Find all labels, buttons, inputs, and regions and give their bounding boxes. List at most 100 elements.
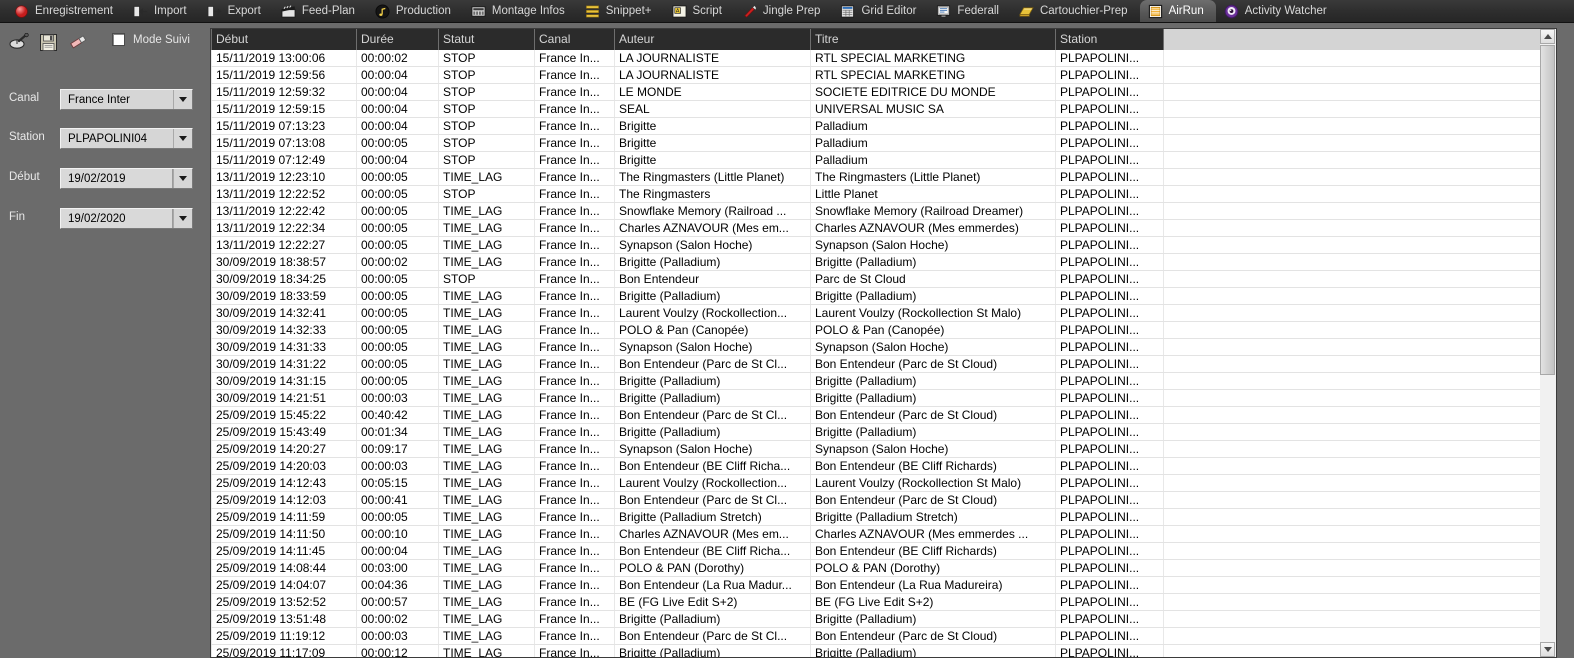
table-row[interactable]: 25/09/2019 15:45:22 00:40:42 TIME_LAG Franc… bbox=[211, 407, 1555, 424]
cell-d-but: 13/11/2019 12:22:52 bbox=[211, 186, 357, 202]
menu-item-grid-editor[interactable]: Grid Editor bbox=[832, 0, 928, 22]
menu-item-export[interactable]: Export bbox=[199, 0, 273, 22]
fin-date-picker[interactable]: 19/02/2020 bbox=[60, 208, 193, 229]
cell-titre: POLO & PAN (Dorothy) bbox=[811, 560, 1056, 576]
cell-statut: TIME_LAG bbox=[439, 543, 535, 559]
fin-date-value[interactable]: 19/02/2020 bbox=[61, 209, 173, 228]
chevron-down-icon[interactable] bbox=[173, 129, 192, 148]
table-row[interactable]: 30/09/2019 14:21:51 00:00:03 TIME_LAG Franc… bbox=[211, 390, 1555, 407]
table-row[interactable]: 25/09/2019 14:11:45 00:00:04 TIME_LAG Franc… bbox=[211, 543, 1555, 560]
chevron-down-icon[interactable] bbox=[173, 90, 192, 109]
table-row[interactable]: 30/09/2019 14:31:33 00:00:05 TIME_LAG Franc… bbox=[211, 339, 1555, 356]
table-row[interactable]: 30/09/2019 14:32:41 00:00:05 TIME_LAG Franc… bbox=[211, 305, 1555, 322]
cell-canal: France In... bbox=[535, 339, 615, 355]
table-row[interactable]: 15/11/2019 13:00:06 00:00:02 STOP France In… bbox=[211, 50, 1555, 67]
cell-auteur: Brigitte (Palladium) bbox=[615, 373, 811, 389]
table-row[interactable]: 15/11/2019 07:12:49 00:00:04 STOP France In… bbox=[211, 152, 1555, 169]
table-row[interactable]: 25/09/2019 14:12:03 00:00:41 TIME_LAG Franc… bbox=[211, 492, 1555, 509]
chevron-down-icon[interactable] bbox=[173, 169, 192, 188]
cell-titre: Palladium bbox=[811, 152, 1056, 168]
table-row[interactable]: 13/11/2019 12:22:52 00:00:05 STOP France In… bbox=[211, 186, 1555, 203]
menu-item-snippet[interactable]: Snippet+ bbox=[577, 0, 664, 22]
scrollbar-thumb[interactable] bbox=[1540, 45, 1555, 375]
cell-statut: STOP bbox=[439, 152, 535, 168]
table-row[interactable]: 30/09/2019 18:34:25 00:00:05 STOP France In… bbox=[211, 271, 1555, 288]
table-row[interactable]: 25/09/2019 14:11:59 00:00:05 TIME_LAG Franc… bbox=[211, 509, 1555, 526]
table-row[interactable]: 25/09/2019 14:12:43 00:05:15 TIME_LAG Franc… bbox=[211, 475, 1555, 492]
menu-item-import[interactable]: Import bbox=[125, 0, 199, 22]
cell-d-but: 30/09/2019 14:31:22 bbox=[211, 356, 357, 372]
eraser-icon[interactable] bbox=[68, 32, 89, 52]
cell-statut: TIME_LAG bbox=[439, 509, 535, 525]
menu-item-feed-plan[interactable]: Feed-Plan bbox=[273, 0, 367, 22]
table-row[interactable]: 15/11/2019 07:13:08 00:00:05 STOP France In… bbox=[211, 135, 1555, 152]
chevron-up-icon[interactable] bbox=[1540, 29, 1555, 44]
table-row[interactable]: 25/09/2019 14:20:03 00:00:03 TIME_LAG Franc… bbox=[211, 458, 1555, 475]
table-row[interactable]: 25/09/2019 11:19:12 00:00:03 TIME_LAG Franc… bbox=[211, 628, 1555, 645]
table-row[interactable]: 25/09/2019 14:08:44 00:03:00 TIME_LAG Franc… bbox=[211, 560, 1555, 577]
menu-item-script[interactable]: A Script bbox=[664, 0, 734, 22]
cell-titre: SOCIETE EDITRICE DU MONDE bbox=[811, 84, 1056, 100]
table-row[interactable]: 25/09/2019 11:17:09 00:00:12 TIME_LAG Franc… bbox=[211, 645, 1555, 657]
canal-combobox[interactable]: France Inter bbox=[60, 89, 193, 110]
cell-canal: France In... bbox=[535, 509, 615, 525]
cell-filler bbox=[1164, 322, 1555, 338]
menu-item-cartouchier-prep[interactable]: Cartouchier-Prep bbox=[1011, 0, 1140, 22]
table-row[interactable]: 15/11/2019 12:59:56 00:00:04 STOP France In… bbox=[211, 67, 1555, 84]
menu-item-jingle-prep[interactable]: Jingle Prep bbox=[734, 0, 833, 22]
menu-item-federall[interactable]: Federall bbox=[928, 0, 1011, 22]
table-row[interactable]: 25/09/2019 14:04:07 00:04:36 TIME_LAG Franc… bbox=[211, 577, 1555, 594]
table-row[interactable]: 15/11/2019 12:59:32 00:00:04 STOP France In… bbox=[211, 84, 1555, 101]
table-row[interactable]: 30/09/2019 14:32:33 00:00:05 TIME_LAG Franc… bbox=[211, 322, 1555, 339]
cell-station: PLPAPOLINI... bbox=[1056, 288, 1164, 304]
table-row[interactable]: 25/09/2019 14:11:50 00:00:10 TIME_LAG Franc… bbox=[211, 526, 1555, 543]
cell-canal: France In... bbox=[535, 594, 615, 610]
table-row[interactable]: 13/11/2019 12:22:27 00:00:05 TIME_LAG Franc… bbox=[211, 237, 1555, 254]
table-row[interactable]: 25/09/2019 13:51:48 00:00:02 TIME_LAG Franc… bbox=[211, 611, 1555, 628]
mixer-icon bbox=[471, 4, 486, 19]
chevron-down-icon[interactable] bbox=[1540, 642, 1555, 657]
menu-item-label: Activity Watcher bbox=[1244, 5, 1327, 17]
table-row[interactable]: 30/09/2019 18:38:57 00:00:02 TIME_LAG Franc… bbox=[211, 254, 1555, 271]
table-row[interactable]: 25/09/2019 15:43:49 00:01:34 TIME_LAG Franc… bbox=[211, 424, 1555, 441]
column-header-statut[interactable]: Statut bbox=[439, 29, 535, 50]
cell-station: PLPAPOLINI... bbox=[1056, 254, 1164, 270]
menu-item-enregistrement[interactable]: Enregistrement bbox=[6, 0, 125, 22]
table-row[interactable]: 30/09/2019 14:31:22 00:00:05 TIME_LAG Franc… bbox=[211, 356, 1555, 373]
cell-station: PLPAPOLINI... bbox=[1056, 611, 1164, 627]
table-row[interactable]: 13/11/2019 12:23:10 00:00:05 TIME_LAG Franc… bbox=[211, 169, 1555, 186]
menu-item-airrun[interactable]: AirRun bbox=[1139, 0, 1216, 22]
column-header-canal[interactable]: Canal bbox=[535, 29, 615, 50]
save-icon[interactable] bbox=[38, 32, 59, 52]
menu-item-production[interactable]: Production bbox=[367, 0, 463, 22]
cell-filler bbox=[1164, 339, 1555, 355]
table-row[interactable]: 30/09/2019 18:33:59 00:00:05 TIME_LAG Franc… bbox=[211, 288, 1555, 305]
table-row[interactable]: 25/09/2019 14:20:27 00:09:17 TIME_LAG Franc… bbox=[211, 441, 1555, 458]
column-header-station[interactable]: Station bbox=[1056, 29, 1164, 50]
cell-dur-e: 00:00:04 bbox=[357, 152, 439, 168]
menu-item-montage-infos[interactable]: Montage Infos bbox=[463, 0, 577, 22]
table-row[interactable]: 15/11/2019 07:13:23 00:00:04 STOP France In… bbox=[211, 118, 1555, 135]
station-combobox[interactable]: PLPAPOLINI04 bbox=[60, 128, 193, 149]
cell-station: PLPAPOLINI... bbox=[1056, 628, 1164, 644]
column-header-auteur[interactable]: Auteur bbox=[615, 29, 811, 50]
table-row[interactable]: 15/11/2019 12:59:15 00:00:04 STOP France In… bbox=[211, 101, 1555, 118]
table-row[interactable]: 13/11/2019 12:22:34 00:00:05 TIME_LAG Franc… bbox=[211, 220, 1555, 237]
menu-item-activity-watcher[interactable]: Activity Watcher bbox=[1216, 0, 1339, 22]
cell-filler bbox=[1164, 509, 1555, 525]
table-row[interactable]: 25/09/2019 13:52:52 00:00:57 TIME_LAG Franc… bbox=[211, 594, 1555, 611]
debut-date-value[interactable]: 19/02/2019 bbox=[61, 169, 173, 188]
menu-item-label: Jingle Prep bbox=[762, 5, 821, 17]
mode-suivi-checkbox[interactable]: Mode Suivi bbox=[112, 33, 190, 46]
mode-suivi-checkbox-box[interactable] bbox=[112, 33, 125, 46]
cell-filler bbox=[1164, 169, 1555, 185]
vertical-scrollbar[interactable] bbox=[1540, 28, 1557, 658]
pan-tool-icon[interactable] bbox=[8, 32, 29, 52]
chevron-down-icon[interactable] bbox=[173, 209, 192, 228]
column-header-d-but[interactable]: Début bbox=[211, 29, 357, 50]
table-row[interactable]: 30/09/2019 14:31:15 00:00:05 TIME_LAG Franc… bbox=[211, 373, 1555, 390]
table-row[interactable]: 13/11/2019 12:22:42 00:00:05 TIME_LAG Franc… bbox=[211, 203, 1555, 220]
column-header-titre[interactable]: Titre bbox=[811, 29, 1056, 50]
column-header-dur-e[interactable]: Durée bbox=[357, 29, 439, 50]
debut-date-picker[interactable]: 19/02/2019 bbox=[60, 168, 193, 189]
